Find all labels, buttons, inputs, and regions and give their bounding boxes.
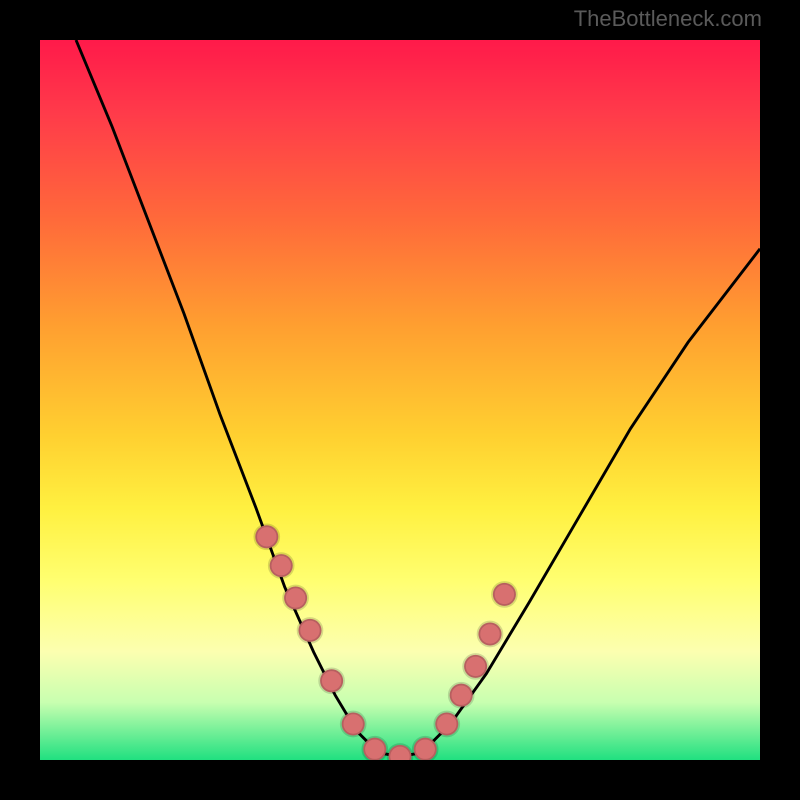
data-point bbox=[478, 622, 501, 645]
watermark-text: TheBottleneck.com bbox=[574, 6, 762, 32]
data-point bbox=[284, 586, 307, 609]
data-point bbox=[450, 684, 473, 707]
chart-svg bbox=[40, 40, 760, 760]
data-point bbox=[363, 738, 386, 760]
bottleneck-curve bbox=[76, 40, 760, 756]
data-point bbox=[464, 655, 487, 678]
data-point bbox=[255, 525, 278, 548]
data-point bbox=[435, 712, 458, 735]
data-point bbox=[388, 745, 411, 760]
data-point bbox=[270, 554, 293, 577]
data-point bbox=[414, 738, 437, 760]
data-point bbox=[298, 619, 321, 642]
chart-plot-area bbox=[40, 40, 760, 760]
data-point bbox=[342, 712, 365, 735]
data-point bbox=[320, 669, 343, 692]
data-points bbox=[255, 525, 516, 760]
data-point bbox=[493, 583, 516, 606]
